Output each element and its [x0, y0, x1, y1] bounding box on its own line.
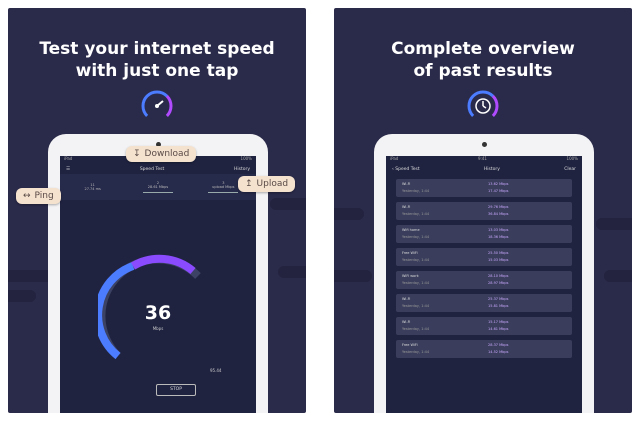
upload-speed: 36.84 Mbps — [488, 212, 509, 216]
download-speed: 28.37 Mbps — [488, 343, 509, 347]
headline-line-2: with just one tap — [75, 61, 239, 81]
upload-callout: ↥ Upload — [238, 176, 296, 192]
ping-readout: 95.44 — [210, 368, 222, 373]
list-item[interactable]: Free WiFi Yesterday, 1:44 28.37 Mbps 14.… — [396, 340, 572, 358]
download-speed: 13.62 Mbps — [488, 182, 509, 186]
clock: 9:41 — [477, 156, 487, 161]
list-item[interactable]: Wi-Fi Yesterday, 1:44 29.76 Mbps 36.84 M… — [396, 202, 572, 220]
camera — [482, 142, 487, 147]
left-panel: Test your internet speed with just one t… — [8, 8, 306, 413]
history-link[interactable]: History — [234, 167, 250, 172]
network-name: Free WiFi — [402, 343, 418, 347]
nav-title: History — [483, 166, 500, 172]
ipad-frame: iPad 9:41 100% ‹ Speed Test History Clea… — [374, 134, 594, 413]
network-name: Wi-Fi — [402, 205, 411, 209]
timestamp: Yesterday, 1:44 — [402, 281, 430, 285]
nav-title: Speed Test — [139, 166, 165, 172]
upload-speed: 15.81 Mbps — [488, 304, 509, 308]
download-callout-label: Download — [144, 149, 190, 159]
nav-bar: ‹ Speed Test History Clear — [386, 164, 582, 174]
network-name: Wi-Fi — [402, 182, 411, 186]
timestamp: Yesterday, 1:44 — [402, 258, 430, 262]
decor-wave — [334, 270, 372, 282]
history-screen: iPad 9:41 100% ‹ Speed Test History Clea… — [386, 156, 582, 413]
download-speed: 25.50 Mbps — [488, 251, 509, 255]
clear-button[interactable]: Clear — [564, 167, 576, 172]
decor-wave — [8, 290, 36, 302]
ping-callout-label: Ping — [34, 191, 54, 201]
speed-test-screen: iPad 9:41 100% ☰ Speed Test History 11 2… — [60, 156, 256, 413]
upload-arrow-icon: ↥ — [245, 179, 253, 189]
speedometer-icon — [141, 90, 173, 122]
download-speed: 15.17 Mbps — [488, 320, 509, 324]
list-item[interactable]: Free WiFi Yesterday, 1:44 25.50 Mbps 15.… — [396, 248, 572, 266]
upload-speed: 14.52 Mbps — [488, 350, 509, 354]
stop-button[interactable]: STOP — [156, 384, 196, 396]
upload-callout-label: Upload — [256, 179, 289, 189]
upload-speed: 17.47 Mbps — [488, 189, 509, 193]
list-item[interactable]: Wifi home Yesterday, 1:44 13.03 Mbps 18.… — [396, 225, 572, 243]
download-callout: ↧ Download — [126, 146, 197, 162]
upload-speed: 14.61 Mbps — [488, 327, 509, 331]
headline-line-1: Complete overview — [391, 39, 575, 59]
back-label: Speed Test — [395, 166, 420, 172]
carrier: iPad — [64, 156, 73, 161]
ipad-frame: iPad 9:41 100% ☰ Speed Test History 11 2… — [48, 134, 268, 413]
list-item[interactable]: Wi-Fi Yesterday, 1:44 25.37 Mbps 15.81 M… — [396, 294, 572, 312]
list-item[interactable]: Wi-Fi Yesterday, 1:44 15.17 Mbps 14.61 M… — [396, 317, 572, 335]
headline-line-1: Test your internet speed — [39, 39, 275, 59]
nav-bar: ☰ Speed Test History — [60, 164, 256, 174]
battery: 100% — [566, 156, 578, 161]
network-name: WiFi work — [402, 274, 419, 278]
speed-value: 36 — [144, 302, 172, 324]
download-speed: 25.37 Mbps — [488, 297, 509, 301]
tab-download-label: 28.61 Mbps — [147, 184, 169, 189]
ping-callout: ↔ Ping — [16, 188, 61, 204]
headline: Complete overview of past results — [334, 38, 632, 82]
tab-download[interactable]: 2 28.61 Mbps — [133, 181, 183, 194]
upload-speed: 15.03 Mbps — [488, 258, 509, 262]
download-speed: 29.76 Mbps — [488, 205, 509, 209]
download-arrow-icon: ↧ — [133, 149, 141, 159]
tab-underline — [142, 191, 173, 194]
download-speed: 13.03 Mbps — [488, 228, 509, 232]
tab-ping[interactable]: 11 27.74 ms — [68, 183, 118, 191]
upload-speed: 28.97 Mbps — [488, 281, 509, 285]
network-name: Wi-Fi — [402, 320, 411, 324]
right-panel: Complete overview of past results iPad 9… — [334, 8, 632, 413]
battery: 100% — [240, 156, 252, 161]
network-name: Wifi home — [402, 228, 420, 232]
timestamp: Yesterday, 1:44 — [402, 235, 430, 239]
decor-wave — [334, 208, 364, 220]
timestamp: Yesterday, 1:44 — [402, 212, 430, 216]
headline-line-2: of past results — [413, 61, 553, 81]
back-button[interactable]: ‹ Speed Test — [392, 167, 420, 172]
result-tabs: 11 27.74 ms 2 28.61 Mbps 3 upload Mbps — [60, 174, 256, 200]
list-item[interactable]: Wi-Fi Yesterday, 1:44 13.62 Mbps 17.47 M… — [396, 179, 572, 197]
speed-unit: Mbps — [152, 326, 164, 331]
history-clock-icon — [467, 90, 499, 122]
status-bar: iPad 9:41 100% — [386, 156, 582, 164]
tab-underline — [208, 191, 239, 194]
network-name: Wi-Fi — [402, 297, 411, 301]
timestamp: Yesterday, 1:44 — [402, 304, 430, 308]
carrier: iPad — [390, 156, 399, 161]
tab-ping-label: 27.74 ms — [84, 187, 101, 191]
download-speed: 28.10 Mbps — [488, 274, 509, 278]
ping-arrows-icon: ↔ — [23, 191, 31, 201]
timestamp: Yesterday, 1:44 — [402, 350, 430, 354]
headline: Test your internet speed with just one t… — [8, 38, 306, 82]
decor-wave — [596, 218, 632, 230]
decor-wave — [270, 198, 306, 210]
upload-speed: 18.36 Mbps — [488, 235, 509, 239]
decor-wave — [278, 266, 306, 278]
history-list: Wi-Fi Yesterday, 1:44 13.62 Mbps 17.47 M… — [386, 179, 582, 358]
decor-wave — [604, 270, 632, 282]
menu-icon[interactable]: ☰ — [66, 167, 70, 172]
timestamp: Yesterday, 1:44 — [402, 327, 430, 331]
network-name: Free WiFi — [402, 251, 418, 255]
list-item[interactable]: WiFi work Yesterday, 1:44 28.10 Mbps 28.… — [396, 271, 572, 289]
timestamp: Yesterday, 1:44 — [402, 189, 430, 193]
